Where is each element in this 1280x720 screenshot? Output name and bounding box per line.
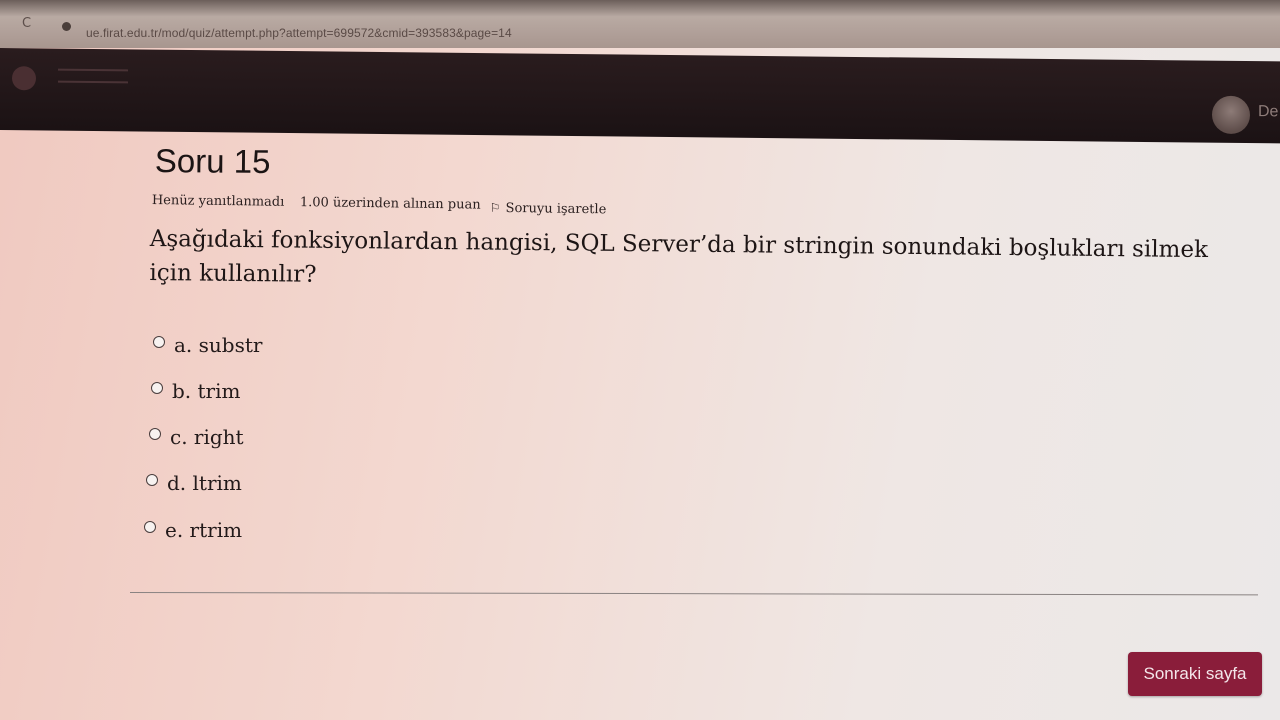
radio-button[interactable] [149, 428, 161, 440]
radio-button[interactable] [144, 521, 156, 533]
refresh-icon[interactable]: C [22, 16, 31, 31]
site-header: De [0, 48, 1280, 144]
answer-label: d. ltrim [167, 471, 242, 495]
site-info-icon[interactable] [62, 22, 71, 31]
radio-button[interactable] [146, 474, 158, 486]
next-page-button[interactable]: Sonraki sayfa [1128, 652, 1262, 696]
answer-option-d[interactable]: d. ltrim [146, 471, 242, 497]
university-logo-icon[interactable] [12, 66, 36, 91]
user-name[interactable]: De [1258, 103, 1278, 121]
question-points: 1.00 üzerinden alınan puan [299, 195, 481, 213]
answer-label: a. substr [174, 333, 263, 357]
user-avatar[interactable] [1212, 95, 1250, 135]
answer-option-a[interactable]: a. substr [153, 333, 262, 359]
answer-label: e. rtrim [165, 518, 243, 542]
answer-option-c[interactable]: c. right [149, 425, 244, 451]
answer-option-b[interactable]: b. trim [151, 379, 240, 405]
flag-question-label: Soruyu işaretle [505, 200, 607, 218]
flag-question-link[interactable]: ⚐ Soruyu işaretle [490, 201, 607, 218]
answer-label: b. trim [172, 379, 241, 403]
radio-button[interactable] [153, 336, 165, 348]
question-text: Aşağıdaki fonksiyonlardan hangisi, SQL S… [149, 225, 1209, 288]
site-name-logo [58, 68, 128, 84]
answer-label: c. right [170, 425, 244, 449]
address-bar[interactable]: ue.firat.edu.tr/mod/quiz/attempt.php?att… [86, 26, 512, 40]
question-title: Soru 15 [154, 142, 271, 181]
radio-button[interactable] [151, 382, 163, 394]
answer-option-e[interactable]: e. rtrim [144, 518, 242, 544]
question-status: Henüz yanıtlanmadı [151, 193, 285, 210]
flag-icon: ⚐ [489, 200, 501, 215]
question-info: Henüz yanıtlanmadı 1.00 üzerinden alınan… [152, 193, 672, 220]
browser-toolbar: C ue.firat.edu.tr/mod/quiz/attempt.php?a… [0, 0, 1280, 48]
content-divider [129, 592, 1258, 596]
